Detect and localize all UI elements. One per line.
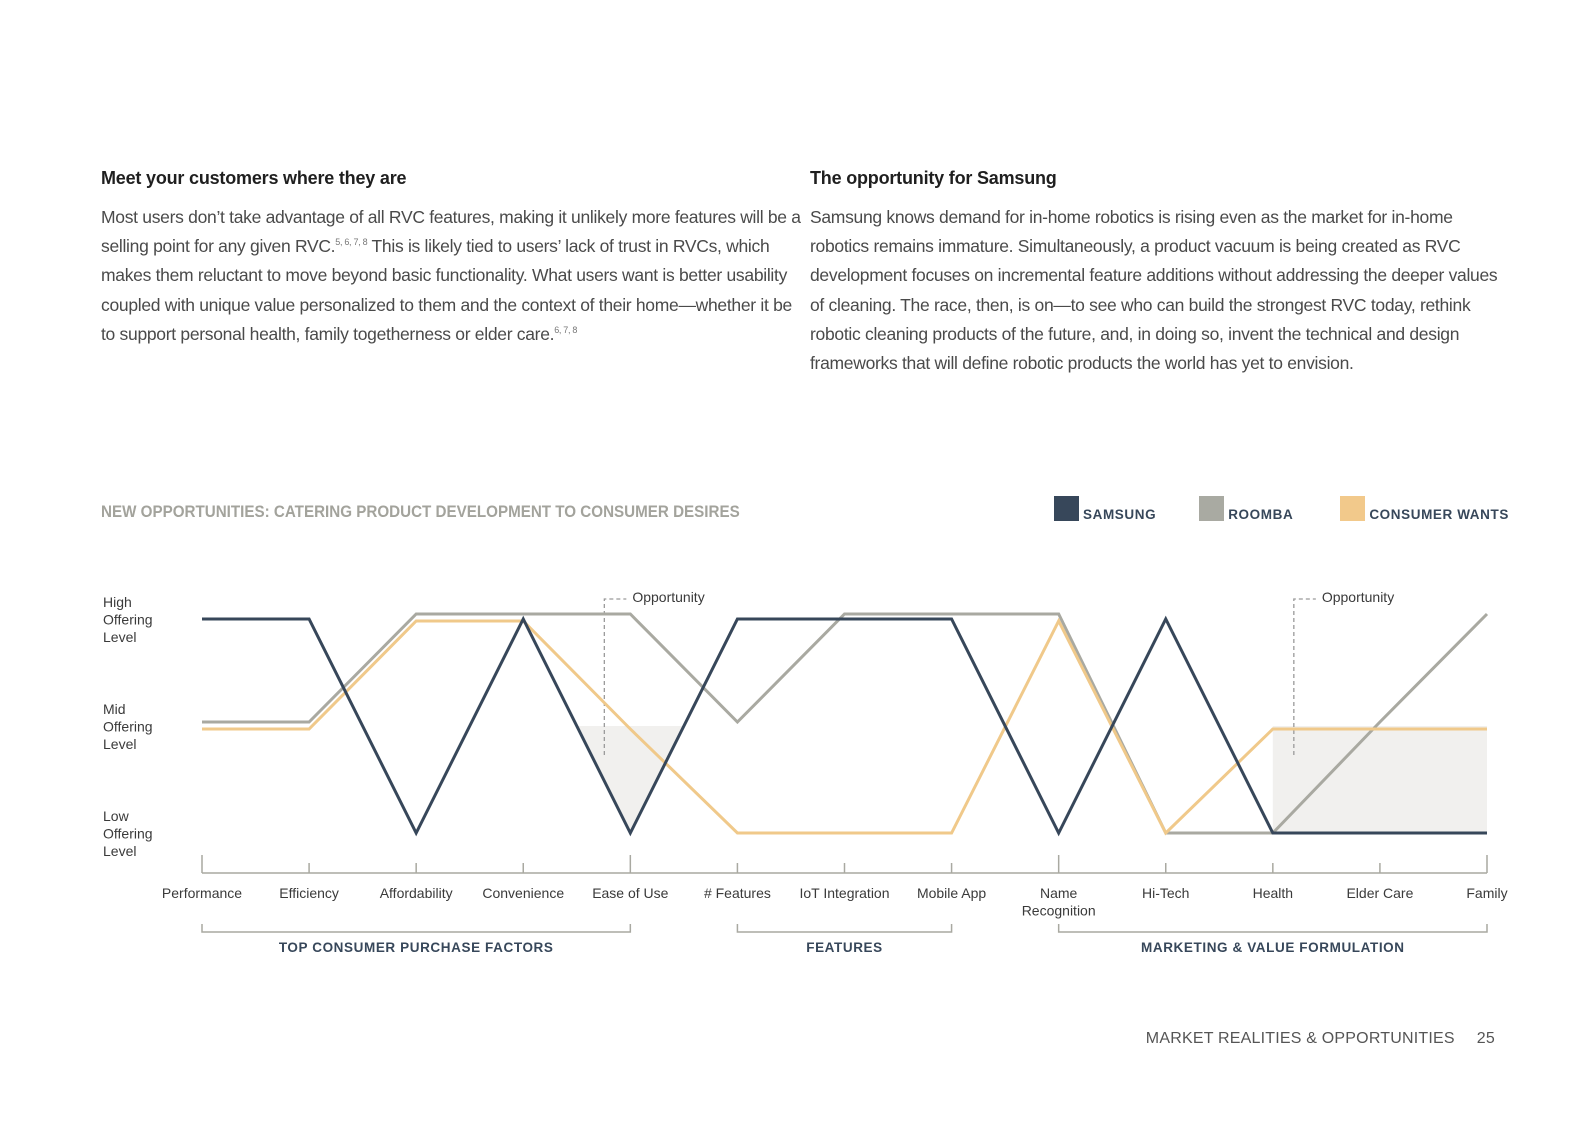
x-tick-label: Hi-Tech (1142, 885, 1189, 901)
line-chart: Opportunity Opportunity Low Offering Level Mi… (103, 589, 1508, 955)
group-label: MARKETING & VALUE FORMULATION (1141, 940, 1405, 955)
page-number: 25 (1476, 1030, 1495, 1047)
opportunity-region (1272, 726, 1487, 833)
x-tick-label: Family (1466, 885, 1507, 901)
y-level-label: Low Offering Level (103, 808, 153, 859)
opportunity-region (576, 726, 684, 833)
x-tick-label: Name Recognition (1022, 885, 1096, 919)
x-tick-label: Convenience (482, 885, 564, 901)
y-level-label: Mid Offering Level (103, 701, 153, 752)
x-tick-label: Ease of Use (592, 885, 668, 901)
y-level-label: High Offering Level (103, 594, 153, 645)
x-tick-label: Health (1253, 885, 1293, 901)
group-bracket (1057, 924, 1488, 933)
x-tick-label: IoT Integration (799, 885, 889, 901)
x-tick-label: Mobile App (917, 885, 986, 901)
opportunity-label: Opportunity (632, 589, 704, 605)
x-tick-label: Efficiency (279, 885, 339, 901)
page-footer: MARKET REALITIES & OPPORTUNITIES 25 (1146, 1030, 1495, 1048)
group-bracket (736, 924, 953, 933)
group-label: FEATURES (806, 940, 883, 955)
x-tick-label: Affordability (380, 885, 453, 901)
x-tick-label: # Features (704, 885, 771, 901)
x-tick-label: Performance (162, 885, 242, 901)
footer-section-title: MARKET REALITIES & OPPORTUNITIES (1145, 1030, 1455, 1047)
group-label: TOP CONSUMER PURCHASE FACTORS (279, 940, 554, 955)
group-bracket (201, 924, 632, 933)
opportunity-label: Opportunity (1322, 589, 1394, 605)
x-tick-label: Elder Care (1346, 885, 1413, 901)
